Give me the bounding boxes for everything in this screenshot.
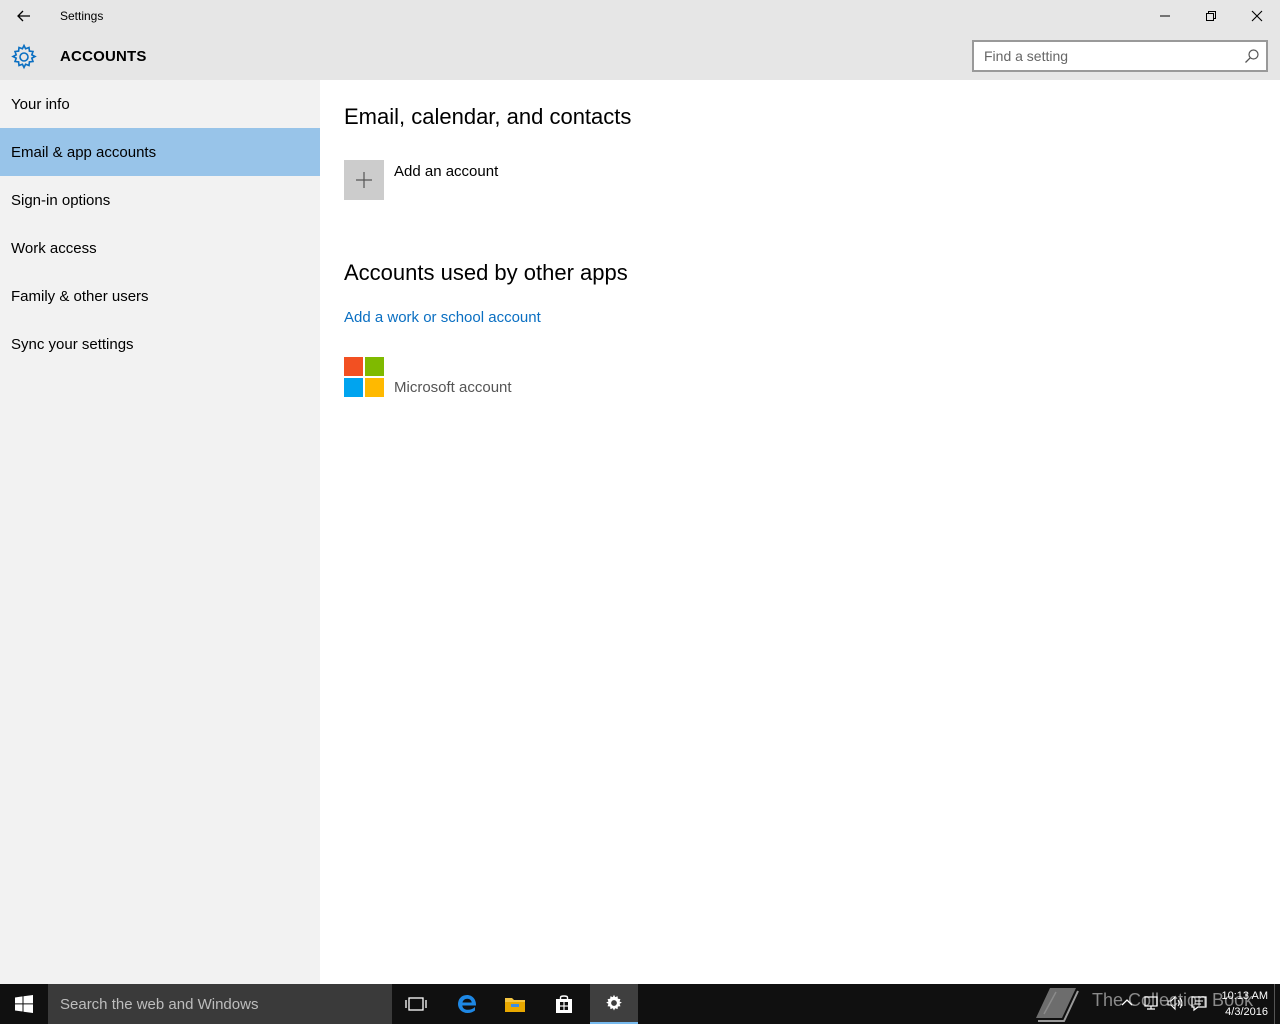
window-title: Settings (60, 9, 104, 23)
minimize-icon (1160, 15, 1170, 17)
accounts-other-apps-heading: Accounts used by other apps (344, 260, 628, 285)
edge-button[interactable] (443, 984, 491, 1024)
show-desktop-button[interactable] (1274, 984, 1280, 1024)
sidebar-item-label: Sign-in options (11, 191, 111, 209)
add-account-label: Add an account (394, 163, 499, 180)
taskbar-search-text: Search the web and Windows (60, 996, 259, 1013)
sidebar-item-your-info[interactable]: Your info (0, 80, 320, 128)
start-button[interactable] (0, 984, 48, 1024)
search-icon[interactable] (1244, 48, 1260, 64)
network-icon[interactable] (1142, 994, 1160, 1012)
task-view-button[interactable] (392, 984, 440, 1024)
edge-icon (458, 995, 477, 1013)
taskbar-clock[interactable]: 10:13 AM 4/3/2016 (1206, 988, 1268, 1020)
windows-logo-icon (15, 995, 33, 1013)
title-bar: Settings (0, 0, 1280, 32)
sidebar-item-label: Family & other users (11, 287, 149, 305)
sidebar-item-family-other-users[interactable]: Family & other users (0, 272, 320, 320)
settings-icon (606, 994, 622, 1011)
sidebar-item-work-access[interactable]: Work access (0, 224, 320, 272)
main-content: Email, calendar, and contacts Add an acc… (320, 80, 1280, 984)
add-account-button[interactable]: Add an account (344, 160, 564, 202)
sidebar: Your info Email & app accounts Sign-in o… (0, 80, 320, 984)
plus-tile (344, 160, 384, 200)
settings-app-button[interactable] (590, 984, 638, 1024)
plus-icon (356, 172, 372, 188)
clock-date: 4/3/2016 (1225, 1006, 1268, 1018)
close-icon (1251, 10, 1263, 22)
store-icon (556, 995, 572, 1013)
email-calendar-contacts-heading: Email, calendar, and contacts (344, 104, 632, 129)
sidebar-item-label: Email & app accounts (11, 143, 157, 161)
sidebar-item-sign-in-options[interactable]: Sign-in options (0, 176, 320, 224)
restore-icon (1206, 11, 1216, 21)
microsoft-account-item[interactable]: Microsoft account (344, 357, 564, 399)
sidebar-item-label: Your info (11, 95, 70, 113)
page-title: ACCOUNTS (60, 48, 147, 65)
sidebar-item-label: Work access (11, 239, 97, 257)
search-input[interactable] (974, 42, 1236, 70)
sidebar-item-label: Sync your settings (11, 335, 134, 353)
add-work-school-account-link[interactable]: Add a work or school account (344, 309, 541, 326)
taskbar: Search the web and Windows The Collectio… (0, 984, 1280, 1024)
minimize-button[interactable] (1142, 0, 1188, 32)
clock-time: 10:13 AM (1221, 990, 1268, 1002)
store-button[interactable] (540, 984, 588, 1024)
back-arrow-icon (17, 10, 30, 22)
microsoft-logo-icon (344, 357, 384, 397)
search-box[interactable] (972, 40, 1268, 72)
back-button[interactable] (0, 0, 48, 32)
file-explorer-icon (505, 998, 525, 1012)
file-explorer-button[interactable] (491, 984, 539, 1024)
sidebar-item-sync-settings[interactable]: Sync your settings (0, 320, 320, 368)
close-button[interactable] (1234, 0, 1280, 32)
show-hidden-icons-chevron-icon[interactable] (1118, 994, 1136, 1012)
microsoft-account-label: Microsoft account (394, 379, 512, 396)
taskbar-search-box[interactable]: Search the web and Windows (48, 984, 392, 1024)
settings-header: ACCOUNTS (0, 32, 1280, 80)
gear-icon (11, 43, 37, 70)
book-icon (1036, 988, 1079, 1022)
task-view-icon (405, 997, 427, 1011)
volume-icon[interactable] (1166, 994, 1184, 1012)
sidebar-item-email-app-accounts[interactable]: Email & app accounts (0, 128, 320, 176)
restore-button[interactable] (1188, 0, 1234, 32)
